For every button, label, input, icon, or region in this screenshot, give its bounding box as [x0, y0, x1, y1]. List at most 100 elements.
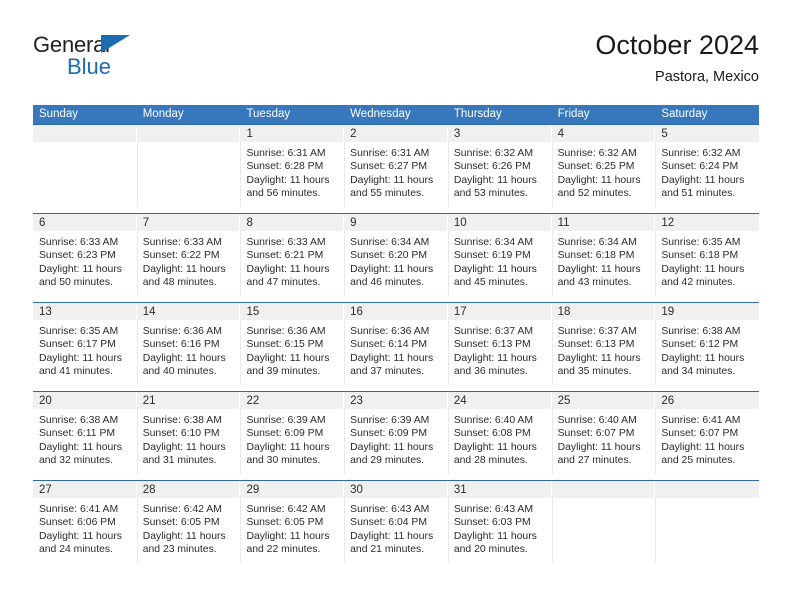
sunrise-text: Sunrise: 6:33 AM [246, 237, 326, 248]
day-cell[interactable]: 12 Sunrise: 6:35 AM Sunset: 6:18 PM Dayl… [655, 214, 760, 302]
day-cell[interactable]: 4 Sunrise: 6:32 AM Sunset: 6:25 PM Dayli… [551, 125, 656, 213]
column-divider [447, 409, 449, 474]
day-number-band: 27 [33, 481, 137, 498]
daylight-text: Daylight: 11 hours and 21 minutes. [350, 530, 434, 556]
day-details: Sunrise: 6:33 AM Sunset: 6:21 PM Dayligh… [240, 231, 344, 290]
general-blue-logo[interactable]: General Blue [33, 32, 213, 92]
sunrise-text: Sunrise: 6:42 AM [142, 504, 222, 515]
sunrise-text: Sunrise: 6:32 AM [661, 148, 741, 159]
day-cell[interactable]: 15 Sunrise: 6:36 AM Sunset: 6:15 PM Dayl… [240, 303, 345, 391]
day-number: 14 [142, 306, 156, 318]
day-cell[interactable]: 27 Sunrise: 6:41 AM Sunset: 6:06 PM Dayl… [33, 481, 137, 569]
sunrise-text: Sunrise: 6:39 AM [350, 415, 430, 426]
sunrise-text: Sunrise: 6:34 AM [350, 237, 430, 248]
day-details: Sunrise: 6:41 AM Sunset: 6:07 PM Dayligh… [655, 409, 759, 468]
sunrise-text: Sunrise: 6:31 AM [246, 148, 326, 159]
sunset-text: Sunset: 6:14 PM [350, 339, 427, 351]
day-number: 2 [350, 128, 357, 140]
day-cell[interactable]: 17 Sunrise: 6:37 AM Sunset: 6:13 PM Dayl… [447, 303, 552, 391]
sunrise-text: Sunrise: 6:37 AM [453, 326, 534, 337]
day-cell[interactable]: 25 Sunrise: 6:40 AM Sunset: 6:07 PM Dayl… [551, 392, 656, 480]
sunset-text: Sunset: 6:25 PM [557, 161, 635, 173]
day-cell[interactable]: 8 Sunrise: 6:33 AM Sunset: 6:21 PM Dayli… [240, 214, 345, 302]
sunrise-text: Sunrise: 6:37 AM [557, 326, 637, 337]
weekday-wednesday: Wednesday [350, 108, 411, 120]
daylight-text: Daylight: 11 hours and 53 minutes. [453, 174, 537, 200]
day-number: 15 [246, 306, 260, 318]
daylight-text: Daylight: 11 hours and 42 minutes. [661, 263, 745, 289]
day-cell[interactable]: 16 Sunrise: 6:36 AM Sunset: 6:14 PM Dayl… [344, 303, 448, 391]
day-cell[interactable]: 7 Sunrise: 6:33 AM Sunset: 6:22 PM Dayli… [136, 214, 241, 302]
day-cell[interactable]: 21 Sunrise: 6:38 AM Sunset: 6:10 PM Dayl… [136, 392, 241, 480]
day-details: Sunrise: 6:34 AM Sunset: 6:20 PM Dayligh… [344, 231, 448, 290]
day-cell[interactable]: 23 Sunrise: 6:39 AM Sunset: 6:09 PM Dayl… [344, 392, 448, 480]
day-number-band: 9 [344, 214, 448, 231]
sunset-text: Sunset: 6:26 PM [453, 161, 531, 173]
day-cell[interactable]: 18 Sunrise: 6:37 AM Sunset: 6:13 PM Dayl… [551, 303, 656, 391]
day-cell[interactable]: 19 Sunrise: 6:38 AM Sunset: 6:12 PM Dayl… [655, 303, 760, 391]
day-number-band: 24 [447, 392, 552, 409]
daylight-text: Daylight: 11 hours and 22 minutes. [246, 530, 330, 556]
day-number: 4 [557, 128, 564, 140]
day-number: 8 [246, 217, 253, 229]
day-number: 5 [661, 128, 668, 140]
column-divider [551, 409, 553, 474]
day-cell[interactable]: 30 Sunrise: 6:43 AM Sunset: 6:04 PM Dayl… [344, 481, 448, 569]
sunrise-text: Sunrise: 6:43 AM [453, 504, 534, 515]
column-divider [240, 142, 242, 207]
day-cell[interactable] [655, 481, 760, 569]
weekday-saturday: Saturday [661, 108, 708, 120]
day-number-band: 18 [551, 303, 656, 320]
day-cell[interactable]: 13 Sunrise: 6:35 AM Sunset: 6:17 PM Dayl… [33, 303, 137, 391]
day-cell[interactable]: 3 Sunrise: 6:32 AM Sunset: 6:26 PM Dayli… [447, 125, 552, 213]
column-divider [655, 498, 657, 563]
day-cell[interactable]: 9 Sunrise: 6:34 AM Sunset: 6:20 PM Dayli… [344, 214, 448, 302]
day-details: Sunrise: 6:42 AM Sunset: 6:05 PM Dayligh… [240, 498, 344, 557]
column-divider [136, 498, 138, 563]
calendar-week-row: 1 Sunrise: 6:31 AM Sunset: 6:28 PM Dayli… [33, 124, 760, 213]
day-number: 13 [39, 306, 52, 318]
page-subtitle: Pastora, Mexico [655, 69, 759, 85]
day-cell[interactable]: 22 Sunrise: 6:39 AM Sunset: 6:09 PM Dayl… [240, 392, 345, 480]
day-cell[interactable]: 29 Sunrise: 6:42 AM Sunset: 6:05 PM Dayl… [240, 481, 345, 569]
day-cell[interactable] [33, 125, 137, 213]
day-details: Sunrise: 6:38 AM Sunset: 6:11 PM Dayligh… [33, 409, 137, 468]
day-details: Sunrise: 6:34 AM Sunset: 6:19 PM Dayligh… [448, 231, 552, 290]
day-cell[interactable] [551, 481, 656, 569]
day-cell[interactable]: 31 Sunrise: 6:43 AM Sunset: 6:03 PM Dayl… [447, 481, 552, 569]
day-details: Sunrise: 6:38 AM Sunset: 6:10 PM Dayligh… [137, 409, 241, 468]
day-number: 29 [246, 484, 260, 496]
day-cell[interactable]: 1 Sunrise: 6:31 AM Sunset: 6:28 PM Dayli… [240, 125, 345, 213]
day-number: 3 [453, 128, 461, 140]
sunrise-text: Sunrise: 6:34 AM [557, 237, 637, 248]
logo-text-blue: Blue [67, 54, 112, 79]
day-cell[interactable]: 28 Sunrise: 6:42 AM Sunset: 6:05 PM Dayl… [136, 481, 241, 569]
weekday-sunday: Sunday [39, 108, 79, 120]
day-cell[interactable]: 11 Sunrise: 6:34 AM Sunset: 6:18 PM Dayl… [551, 214, 656, 302]
sunset-text: Sunset: 6:19 PM [453, 250, 531, 262]
weekday-tuesday: Tuesday [246, 108, 291, 120]
sunset-text: Sunset: 6:09 PM [246, 428, 324, 440]
day-cell[interactable]: 24 Sunrise: 6:40 AM Sunset: 6:08 PM Dayl… [447, 392, 552, 480]
sunrise-text: Sunrise: 6:40 AM [453, 415, 534, 426]
day-cell[interactable]: 26 Sunrise: 6:41 AM Sunset: 6:07 PM Dayl… [655, 392, 760, 480]
day-number-band: 29 [240, 481, 345, 498]
day-cell[interactable]: 10 Sunrise: 6:34 AM Sunset: 6:19 PM Dayl… [447, 214, 552, 302]
column-divider [551, 142, 553, 207]
day-cell[interactable]: 2 Sunrise: 6:31 AM Sunset: 6:27 PM Dayli… [344, 125, 448, 213]
weekday-header-row: Sunday Monday Tuesday Wednesday Thursday… [33, 105, 759, 124]
sunrise-text: Sunrise: 6:32 AM [557, 148, 637, 159]
sunset-text: Sunset: 6:07 PM [557, 428, 635, 440]
daylight-text: Daylight: 11 hours and 41 minutes. [39, 352, 122, 378]
day-cell[interactable]: 14 Sunrise: 6:36 AM Sunset: 6:16 PM Dayl… [136, 303, 241, 391]
day-cell[interactable]: 6 Sunrise: 6:33 AM Sunset: 6:23 PM Dayli… [33, 214, 137, 302]
sunrise-text: Sunrise: 6:33 AM [39, 237, 119, 248]
daylight-text: Daylight: 11 hours and 20 minutes. [453, 530, 537, 556]
day-cell[interactable] [136, 125, 241, 213]
column-divider [655, 409, 657, 474]
day-cell[interactable]: 20 Sunrise: 6:38 AM Sunset: 6:11 PM Dayl… [33, 392, 137, 480]
column-divider [344, 498, 346, 563]
day-details: Sunrise: 6:33 AM Sunset: 6:23 PM Dayligh… [33, 231, 137, 290]
daylight-text: Daylight: 11 hours and 56 minutes. [246, 174, 330, 200]
day-cell[interactable]: 5 Sunrise: 6:32 AM Sunset: 6:24 PM Dayli… [655, 125, 760, 213]
